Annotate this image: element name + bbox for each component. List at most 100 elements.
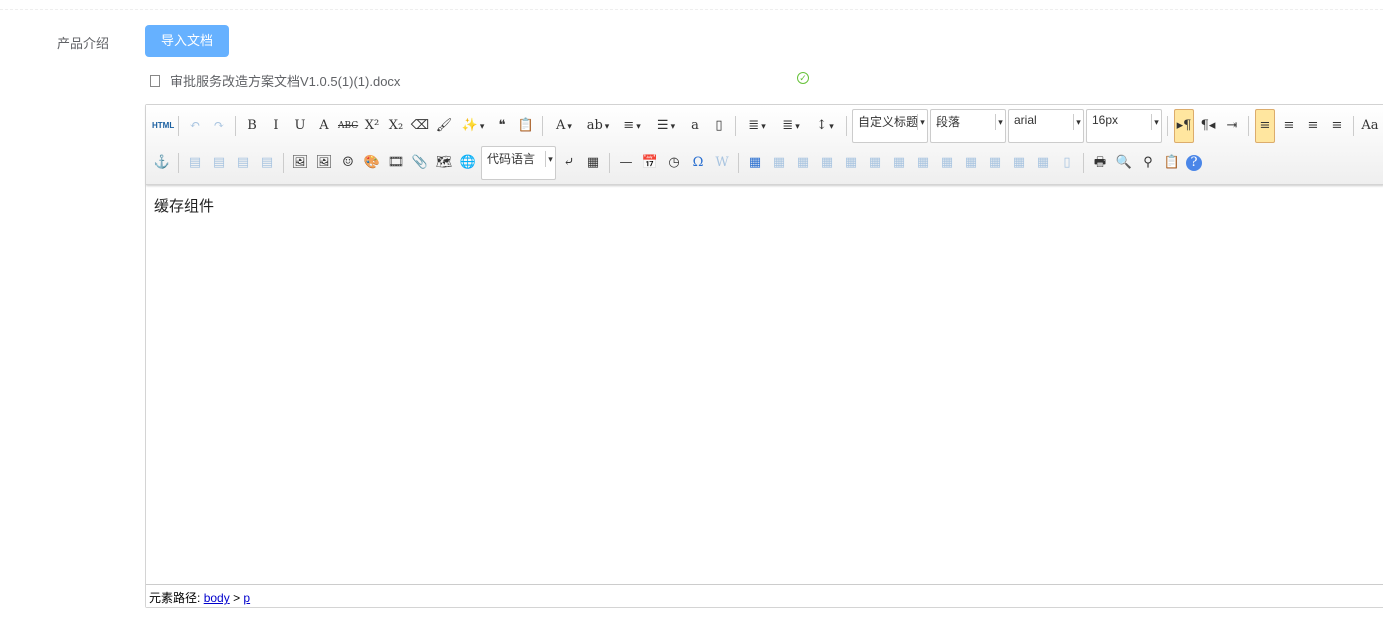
success-check-icon: ✓	[797, 72, 809, 84]
eraser-icon[interactable]: ⌫	[410, 116, 430, 136]
insert-video-icon[interactable]: 🎞	[386, 153, 406, 173]
blockquote-icon[interactable]: ❝	[492, 116, 512, 136]
insert-table-icon[interactable]: ▦	[745, 153, 765, 173]
delete-table-icon[interactable]: ▦	[769, 153, 789, 173]
unordered-list-icon[interactable]: ☰	[651, 116, 681, 136]
image-left-icon[interactable]: ▤	[209, 153, 229, 173]
merge-down-icon[interactable]: ▦	[961, 153, 981, 173]
direction-ltr-icon[interactable]: ▸¶	[1174, 109, 1194, 143]
insert-paragraph-before-table-icon[interactable]: ▦	[793, 153, 813, 173]
justify-left-icon[interactable]: ≡	[1255, 109, 1275, 143]
indent-icon[interactable]: ⇥	[1222, 116, 1242, 136]
insert-frame-icon[interactable]: 🌐	[458, 153, 478, 173]
delete-col-icon[interactable]: ▦	[889, 153, 909, 173]
toolbar-separator	[1353, 116, 1354, 136]
background-color-icon[interactable]: ab	[583, 116, 613, 136]
image-right-icon[interactable]: ▤	[233, 153, 253, 173]
field-label: 产品介绍	[57, 36, 110, 51]
path-body-link[interactable]: body	[204, 591, 230, 605]
merge-cells-icon[interactable]: ▦	[913, 153, 933, 173]
toolbar-separator	[609, 153, 610, 173]
italic-icon[interactable]: I	[266, 116, 286, 136]
redo-icon[interactable]: ↷	[209, 116, 229, 136]
special-chars-icon[interactable]: Ω	[688, 153, 708, 173]
format-brush-icon[interactable]: 🖌	[434, 116, 454, 136]
image-none-icon[interactable]: ▤	[185, 153, 205, 173]
date-icon[interactable]: 📅	[640, 153, 660, 173]
justify-center-icon[interactable]: ≡	[1279, 116, 1299, 136]
file-name[interactable]: 审批服务改造方案文档V1.0.5(1)(1).docx	[170, 71, 400, 90]
font-size-select[interactable]: 16px ▾	[1086, 109, 1162, 143]
insert-row-icon[interactable]: ▦	[817, 153, 837, 173]
chevron-down-icon[interactable]: ▾	[995, 114, 1005, 130]
insert-image-icon[interactable]: 🖼	[314, 153, 334, 173]
font-color-icon[interactable]: A	[549, 116, 579, 136]
underline-icon[interactable]: U	[290, 116, 310, 136]
attachment-icon[interactable]: 📎	[410, 153, 430, 173]
paste-plain-icon[interactable]: 📋	[516, 116, 536, 136]
chevron-down-icon[interactable]: ▾	[545, 151, 555, 167]
template-icon[interactable]: ▦	[583, 153, 603, 173]
word-image-icon[interactable]: W	[712, 153, 732, 173]
strikethrough-icon[interactable]: ABC	[338, 116, 358, 136]
split-to-rows-icon[interactable]: ▦	[1009, 153, 1029, 173]
subscript-icon[interactable]: X₂	[386, 116, 406, 136]
chevron-down-icon[interactable]: ▾	[1151, 114, 1161, 130]
justify-right-icon[interactable]: ≡	[1303, 116, 1323, 136]
document-icon	[150, 74, 160, 87]
chevron-down-icon[interactable]: ▾	[917, 114, 927, 130]
page-break-icon[interactable]: ⤶	[559, 153, 579, 173]
row-spacing-top-icon[interactable]: ≣	[742, 116, 772, 136]
line-height-icon[interactable]: ↕	[810, 116, 840, 136]
select-value: arial	[1014, 113, 1037, 127]
drafts-icon[interactable]: 📋	[1162, 153, 1182, 173]
code-language-select[interactable]: 代码语言 ▾	[481, 146, 556, 180]
emotion-icon[interactable]: ☺	[338, 153, 358, 173]
scrawl-icon[interactable]: 🎨	[362, 153, 382, 173]
font-border-icon[interactable]: A	[314, 116, 334, 136]
split-to-cells-icon[interactable]: ▦	[985, 153, 1005, 173]
row-spacing-bottom-icon[interactable]: ≣	[776, 116, 806, 136]
simple-upload-icon[interactable]: 🖼	[290, 153, 310, 173]
select-all-icon[interactable]: a	[685, 116, 705, 136]
select-value: 段落	[936, 115, 961, 129]
uploaded-file[interactable]: 审批服务改造方案文档V1.0.5(1)(1).docx	[150, 71, 400, 90]
auto-typeset-icon[interactable]: ✨	[458, 116, 488, 136]
map-icon[interactable]: 🗺	[434, 153, 454, 173]
clear-doc-icon[interactable]: ▯	[709, 116, 729, 136]
time-icon[interactable]: ◷	[664, 153, 684, 173]
horizontal-rule-icon[interactable]: —	[616, 153, 636, 173]
toolbar-separator	[178, 153, 179, 173]
toolbar-separator	[846, 116, 847, 136]
preview-icon[interactable]: 🔍	[1114, 153, 1134, 173]
insert-col-icon[interactable]: ▦	[865, 153, 885, 173]
superscript-icon[interactable]: X²	[362, 116, 382, 136]
image-center-icon[interactable]: ▤	[257, 153, 277, 173]
chevron-down-icon[interactable]: ▾	[1073, 114, 1083, 130]
select-value: 16px	[1092, 113, 1119, 127]
path-p-link[interactable]: p	[243, 591, 250, 605]
font-family-select[interactable]: arial ▾	[1008, 109, 1084, 143]
bold-icon[interactable]: B	[242, 116, 262, 136]
custom-style-select[interactable]: 自定义标题 ▾	[852, 109, 928, 143]
editor-toolbar: HTML↶↷BIUAABCX²X₂⌫🖌✨❝📋Aab≡☰a▯≣≣↕自定义标题▾段落…	[146, 105, 1383, 185]
help-icon[interactable]: ?	[1186, 155, 1202, 171]
html-source-icon[interactable]: HTML	[152, 116, 174, 136]
merge-right-icon[interactable]: ▦	[937, 153, 957, 173]
print-icon[interactable]: 🖶	[1090, 153, 1110, 173]
split-to-cols-icon[interactable]: ▦	[1033, 153, 1053, 173]
justify-full-icon[interactable]: ≡	[1327, 116, 1347, 136]
touppercase-icon[interactable]: Aa	[1360, 116, 1380, 136]
editor-content[interactable]: 缓存组件	[146, 185, 1383, 585]
search-replace-icon[interactable]: ⚲	[1138, 153, 1158, 173]
delete-row-icon[interactable]: ▦	[841, 153, 861, 173]
direction-rtl-icon[interactable]: ¶◂	[1198, 116, 1218, 136]
paragraph-select[interactable]: 段落 ▾	[930, 109, 1006, 143]
toolbar-separator	[235, 116, 236, 136]
anchor-icon[interactable]: ⚓	[152, 153, 172, 173]
ordered-list-icon[interactable]: ≡	[617, 116, 647, 136]
undo-icon[interactable]: ↶	[185, 116, 205, 136]
charts-icon[interactable]: ▯	[1057, 153, 1077, 173]
toolbar-separator	[178, 116, 179, 136]
import-document-button[interactable]: 导入文档	[145, 25, 229, 57]
